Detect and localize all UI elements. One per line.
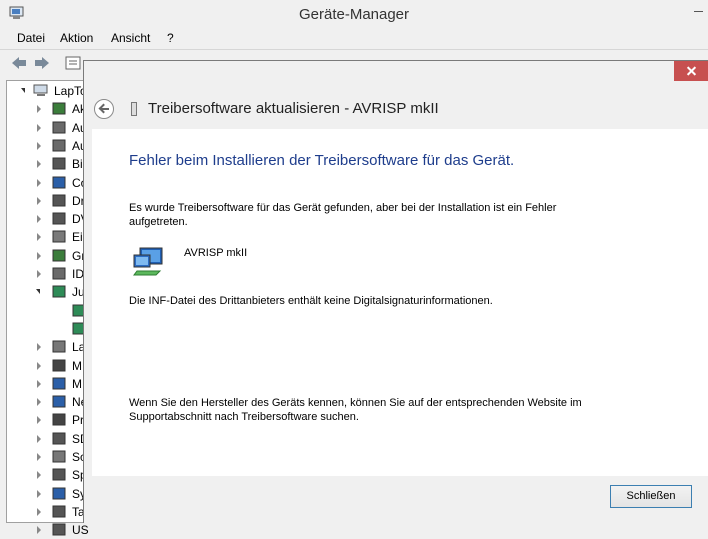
back-arrow-icon[interactable] <box>10 54 28 72</box>
menu-help[interactable]: ? <box>167 31 174 45</box>
computer-icon <box>33 84 48 96</box>
jungo-icon <box>52 285 66 298</box>
collapse-arrow-icon[interactable] <box>21 88 25 93</box>
forward-arrow-icon[interactable] <box>33 54 51 72</box>
expand-arrow-icon[interactable] <box>37 270 41 278</box>
window-title: Geräte-Manager <box>298 6 410 23</box>
tree-label: US <box>72 523 89 538</box>
expand-arrow-icon[interactable] <box>37 416 41 425</box>
mouse-icon <box>52 359 66 371</box>
update-driver-dialog: Treibersoftware aktualisieren - AVRISP m… <box>83 60 708 524</box>
error-heading: Fehler beim Installieren der Treibersoft… <box>129 152 515 169</box>
expand-arrow-icon[interactable] <box>37 343 41 352</box>
back-button[interactable] <box>94 99 114 119</box>
expand-arrow-icon[interactable] <box>37 160 41 169</box>
network-icon <box>52 395 66 408</box>
title-bar: Geräte-Manager <box>0 0 708 28</box>
collapse-arrow-icon[interactable] <box>36 289 40 295</box>
device-name: AVRISP mkII <box>184 247 248 259</box>
camera-icon <box>52 157 66 170</box>
expand-arrow-icon[interactable] <box>37 398 41 407</box>
storage-icon <box>52 468 66 481</box>
ide-controller-icon <box>52 267 66 280</box>
expand-arrow-icon[interactable] <box>37 379 41 388</box>
expand-arrow-icon[interactable] <box>37 471 41 480</box>
processor-icon <box>52 413 66 426</box>
expand-arrow-icon[interactable] <box>37 251 41 260</box>
expand-arrow-icon[interactable] <box>37 123 41 132</box>
dialog-title: Treibersoftware aktualisieren - AVRISP m… <box>148 100 439 117</box>
dialog-footer: Schließen <box>84 476 708 524</box>
menu-view[interactable]: Ansicht <box>111 31 150 45</box>
expand-arrow-icon[interactable] <box>37 489 41 498</box>
close-button[interactable]: Schließen <box>610 485 692 508</box>
expand-arrow-icon[interactable] <box>37 141 41 150</box>
dialog-content: Fehler beim Installieren der Treibersoft… <box>92 129 708 476</box>
printer-icon <box>52 194 66 207</box>
display-adapter-icon <box>52 249 66 262</box>
monitor-icon <box>52 377 66 390</box>
dialog-header: Treibersoftware aktualisieren - AVRISP m… <box>84 81 708 129</box>
tree-label: LapTo <box>54 84 87 98</box>
expand-arrow-icon[interactable] <box>37 215 41 224</box>
device-manager-window: Geräte-Manager Datei Aktion Ansicht ? La… <box>0 0 708 537</box>
tree-label: M <box>72 376 82 391</box>
error-description: Es wurde Treibersoftware für das Gerät g… <box>129 202 557 228</box>
speaker-icon <box>52 121 66 134</box>
system-icon <box>52 487 66 500</box>
inf-message: Die INF-Datei des Drittanbieters enthält… <box>129 295 493 307</box>
close-icon[interactable] <box>674 61 708 81</box>
properties-icon[interactable] <box>64 54 82 72</box>
expand-arrow-icon[interactable] <box>37 178 41 187</box>
menu-file[interactable]: Datei <box>17 31 45 45</box>
minimize-button[interactable] <box>684 2 708 22</box>
expand-arrow-icon[interactable] <box>37 434 41 443</box>
drive-icon <box>52 340 66 353</box>
expand-arrow-icon[interactable] <box>37 507 41 516</box>
menu-bar: Datei Aktion Ansicht ? <box>0 28 708 48</box>
expand-arrow-icon[interactable] <box>37 196 41 205</box>
sd-host-icon <box>52 432 66 445</box>
usb-controller-icon <box>52 523 66 536</box>
expand-arrow-icon[interactable] <box>37 105 41 114</box>
speaker-icon <box>52 139 66 152</box>
keyboard-icon <box>52 230 66 243</box>
usb-icon <box>52 450 66 463</box>
network-device-icon <box>133 247 163 276</box>
expand-arrow-icon[interactable] <box>37 453 41 461</box>
monitor-icon <box>52 176 66 188</box>
tree-label: Bi <box>72 157 83 172</box>
disc-drive-icon <box>52 212 66 225</box>
usb-device-icon <box>131 102 137 116</box>
menu-action[interactable]: Aktion <box>60 31 93 45</box>
expand-arrow-icon[interactable] <box>37 361 41 370</box>
tree-label: M <box>72 358 82 373</box>
help-message: Wenn Sie den Hersteller des Geräts kenne… <box>129 397 582 423</box>
expand-arrow-icon[interactable] <box>37 526 41 535</box>
keyboard-icon <box>52 505 66 518</box>
audio-icon <box>52 102 66 115</box>
expand-arrow-icon[interactable] <box>37 233 41 242</box>
